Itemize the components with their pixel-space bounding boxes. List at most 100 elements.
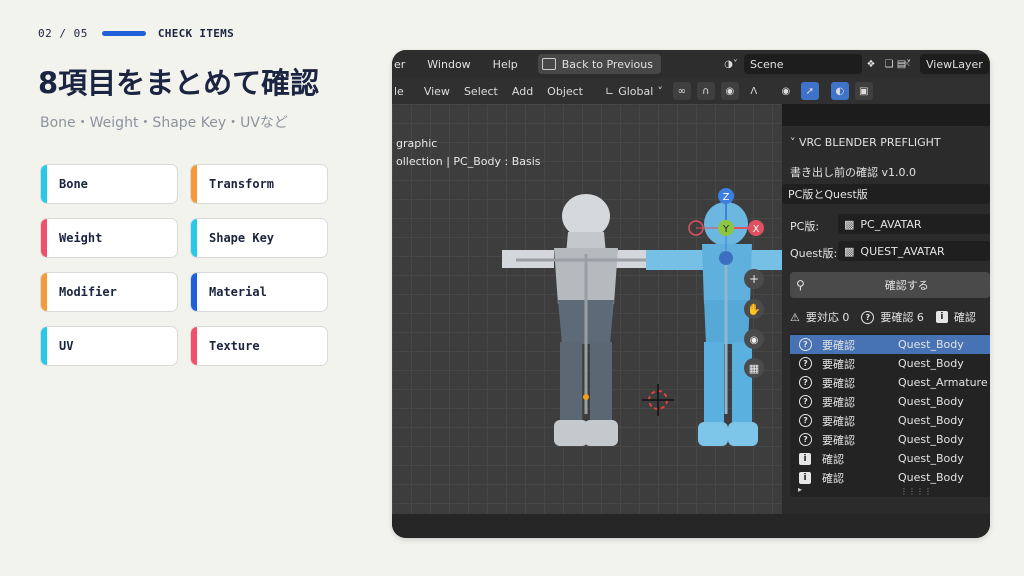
view-layer-selector[interactable]: ▤˅ ViewLayer — [892, 54, 989, 74]
card-label: Material — [209, 285, 267, 299]
question-icon: ? — [799, 338, 812, 351]
scene-field[interactable]: Scene — [744, 54, 862, 74]
scene-selector[interactable]: ◑˅ Scene ❖ ❏ ✕ — [718, 54, 916, 74]
result-row[interactable]: i 確認 Quest_Body — [790, 449, 990, 468]
row-object: Quest_Body — [898, 395, 964, 408]
menu-help[interactable]: Help — [493, 58, 518, 71]
card-accent — [41, 327, 47, 365]
object-icon: ▩ — [844, 217, 855, 231]
status-bar — [392, 514, 990, 538]
slide-title: 8項目をまとめて確認 — [38, 66, 320, 100]
card-label: UV — [59, 339, 74, 353]
expand-arrow-icon[interactable]: ▸ — [798, 485, 802, 494]
gizmo-z-label: Z — [723, 192, 730, 203]
quest-label: Quest版: — [790, 247, 838, 260]
row-object: Quest_Body — [898, 338, 964, 351]
menu-object[interactable]: Object — [547, 85, 583, 98]
check-item-card: Modifier — [40, 272, 178, 312]
card-accent — [41, 219, 47, 257]
transform-orientation-dropdown[interactable]: ∟ Global ˅ — [605, 85, 663, 98]
info-icon: i — [799, 452, 811, 465]
page-number: 02 / 05 — [38, 26, 88, 40]
check-item-card: Texture — [190, 326, 328, 366]
card-label: Transform — [209, 177, 275, 191]
visibility-icon[interactable]: ◉ — [777, 82, 795, 100]
card-accent — [41, 165, 47, 203]
quest-object-value: QUEST_AVATAR — [860, 244, 945, 258]
back-to-previous-button[interactable]: Back to Previous — [537, 54, 661, 74]
result-row[interactable]: i 確認 Quest_Body — [790, 468, 990, 487]
chevron-down-icon: ˅ — [657, 84, 663, 98]
result-row[interactable]: ? 要確認 Quest_Body — [790, 392, 990, 411]
quest-object-field[interactable]: ▩ QUEST_AVATAR — [838, 241, 990, 261]
result-row[interactable]: ? 要確認 Quest_Armature — [790, 373, 990, 392]
question-icon: ? — [861, 310, 875, 324]
zoom-icon[interactable]: + — [749, 272, 759, 286]
row-status: 要確認 — [822, 395, 855, 409]
pc-object-value: PC_AVATAR — [860, 217, 922, 231]
view-layer-name: ViewLayer — [926, 57, 983, 71]
menu-select[interactable]: Select — [464, 85, 498, 98]
result-row[interactable]: ? 要確認 Quest_Body — [790, 354, 990, 373]
xray-icon[interactable]: ▣ — [854, 82, 873, 100]
mode-dropdown[interactable]: PC版とQuest版 — [782, 184, 990, 204]
scene-icon[interactable]: ◑˅ — [718, 55, 744, 73]
orientation-icon: ∟ — [605, 84, 615, 98]
scene-name: Scene — [750, 57, 784, 71]
panel-title-text: VRC BLENDER PREFLIGHT — [799, 136, 941, 149]
menu-partial[interactable]: er — [394, 58, 405, 71]
3d-cursor — [642, 384, 674, 416]
result-row[interactable]: ? 要確認 Quest_Body — [790, 411, 990, 430]
card-label: Texture — [209, 339, 260, 353]
gizmo-x-label: X — [753, 224, 760, 235]
orientation-value: Global — [618, 84, 654, 98]
menu-partial[interactable]: le — [394, 85, 404, 98]
info-icon: i — [935, 311, 948, 323]
result-row[interactable]: ? 要確認 Quest_Body — [790, 335, 990, 354]
pin-icon[interactable]: ❖ — [862, 55, 880, 73]
viewport-scene: Z Y X + ✋ ◉ ▦ — [502, 188, 782, 446]
falloff-icon[interactable]: Λ — [745, 82, 763, 100]
pivot-icon[interactable]: ∞ — [672, 82, 691, 100]
gizmo-icon[interactable]: ➚ — [800, 82, 819, 100]
grid-icon[interactable]: ▦ — [749, 362, 759, 375]
question-icon: ? — [799, 433, 812, 446]
check-item-card: UV — [40, 326, 178, 366]
result-summary: ⚠ 要対応 0 ? 要確認 6 i 確認 — [790, 309, 976, 325]
3d-viewport[interactable]: graphic ollection | PC_Body : Basis Z Y … — [392, 104, 782, 514]
slide-subtitle: Bone・Weight・Shape Key・UVなど — [40, 115, 288, 131]
menu-add[interactable]: Add — [512, 85, 533, 98]
info-count: 確認 — [953, 311, 976, 324]
snap-icon[interactable]: ∩ — [696, 82, 715, 100]
row-status: 要確認 — [822, 338, 855, 352]
run-check-label: 確認する — [884, 279, 929, 292]
pan-hand-icon[interactable]: ✋ — [747, 303, 761, 316]
screen-icon — [541, 58, 556, 70]
row-status: 確認 — [822, 471, 844, 485]
card-label: Weight — [59, 231, 103, 245]
back-button-label: Back to Previous — [561, 57, 653, 71]
results-list[interactable]: ? 要確認 Quest_Body ? 要確認 Quest_Body ? 要確認 Quest_… — [790, 333, 990, 497]
row-object: Quest_Body — [898, 471, 964, 484]
check-items-grid: Bone Transform Weight Shape Key Modifier… — [40, 164, 330, 366]
proportional-edit-icon[interactable]: ◉ — [720, 82, 739, 100]
run-check-button[interactable]: ⚲ 確認する — [790, 272, 990, 298]
view-layer-icon[interactable]: ▤˅ — [892, 55, 916, 73]
resize-handle-icon[interactable]: ⋮⋮⋮⋮ — [900, 487, 932, 496]
viewport-header: le View Select Add Object ∟ Global ˅ ∞ ∩… — [392, 78, 990, 104]
menu-window[interactable]: Window — [427, 58, 470, 71]
pc-object-field[interactable]: ▩ PC_AVATAR — [838, 214, 990, 234]
mode-value: PC版とQuest版 — [788, 188, 868, 201]
view-layer-field[interactable]: ViewLayer — [920, 54, 989, 74]
result-row[interactable]: ? 要確認 Quest_Body — [790, 430, 990, 449]
row-status: 要確認 — [822, 414, 855, 428]
row-status: 確認 — [822, 452, 844, 466]
panel-title[interactable]: ˅ VRC BLENDER PREFLIGHT — [790, 136, 941, 149]
question-icon: ? — [799, 414, 812, 427]
card-accent — [191, 219, 197, 257]
card-accent — [41, 273, 47, 311]
overlay-icon[interactable]: ◐ — [830, 82, 849, 100]
camera-icon[interactable]: ◉ — [750, 335, 759, 346]
menu-view[interactable]: View — [424, 85, 450, 98]
info-icon: i — [799, 471, 811, 484]
